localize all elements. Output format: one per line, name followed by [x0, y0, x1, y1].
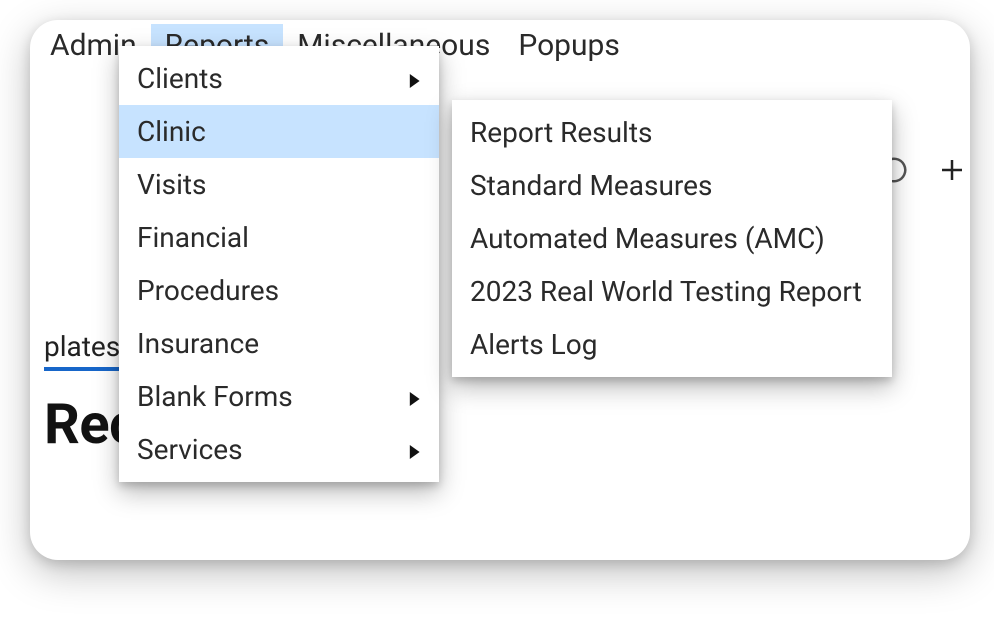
plus-icon [937, 155, 967, 185]
menu-item-label: Clients [137, 62, 223, 95]
menu-item-services[interactable]: Services [119, 423, 439, 476]
chevron-right-icon [407, 433, 421, 466]
menu-item-label: Services [137, 433, 243, 466]
add-button[interactable] [934, 143, 970, 197]
menu-item-visits[interactable]: Visits [119, 158, 439, 211]
menu-item-label: Alerts Log [470, 328, 597, 361]
menu-item-label: Visits [137, 168, 207, 201]
menu-item-label: Clinic [137, 115, 206, 148]
menu-item-label: Blank Forms [137, 380, 293, 413]
reports-dropdown: Clients Clinic Visits Financial Procedur… [119, 46, 439, 482]
chevron-right-icon [407, 380, 421, 413]
menu-item-label: Report Results [470, 116, 652, 149]
menu-item-label: 2023 Real World Testing Report [470, 275, 862, 308]
submenu-report-results[interactable]: Report Results [452, 106, 892, 159]
menu-item-procedures[interactable]: Procedures [119, 264, 439, 317]
menu-item-clinic[interactable]: Clinic [119, 105, 439, 158]
chevron-right-icon [407, 62, 421, 95]
menu-item-blank-forms[interactable]: Blank Forms [119, 370, 439, 423]
submenu-automated-measures[interactable]: Automated Measures (AMC) [452, 212, 892, 265]
tab-templates-cut[interactable]: plates [44, 330, 120, 371]
menu-item-label: Financial [137, 221, 249, 254]
menu-item-financial[interactable]: Financial [119, 211, 439, 264]
menu-item-label: Procedures [137, 274, 279, 307]
clinic-submenu: Report Results Standard Measures Automat… [452, 100, 892, 377]
submenu-standard-measures[interactable]: Standard Measures [452, 159, 892, 212]
menu-item-clients[interactable]: Clients [119, 52, 439, 105]
menu-item-label: Automated Measures (AMC) [470, 222, 825, 255]
submenu-2023-rwt-report[interactable]: 2023 Real World Testing Report [452, 265, 892, 318]
submenu-alerts-log[interactable]: Alerts Log [452, 318, 892, 371]
menu-item-label: Standard Measures [470, 169, 712, 202]
menu-item-insurance[interactable]: Insurance [119, 317, 439, 370]
menu-popups[interactable]: Popups [504, 24, 634, 69]
menu-label: Popups [518, 28, 620, 63]
menu-item-label: Insurance [137, 327, 259, 360]
